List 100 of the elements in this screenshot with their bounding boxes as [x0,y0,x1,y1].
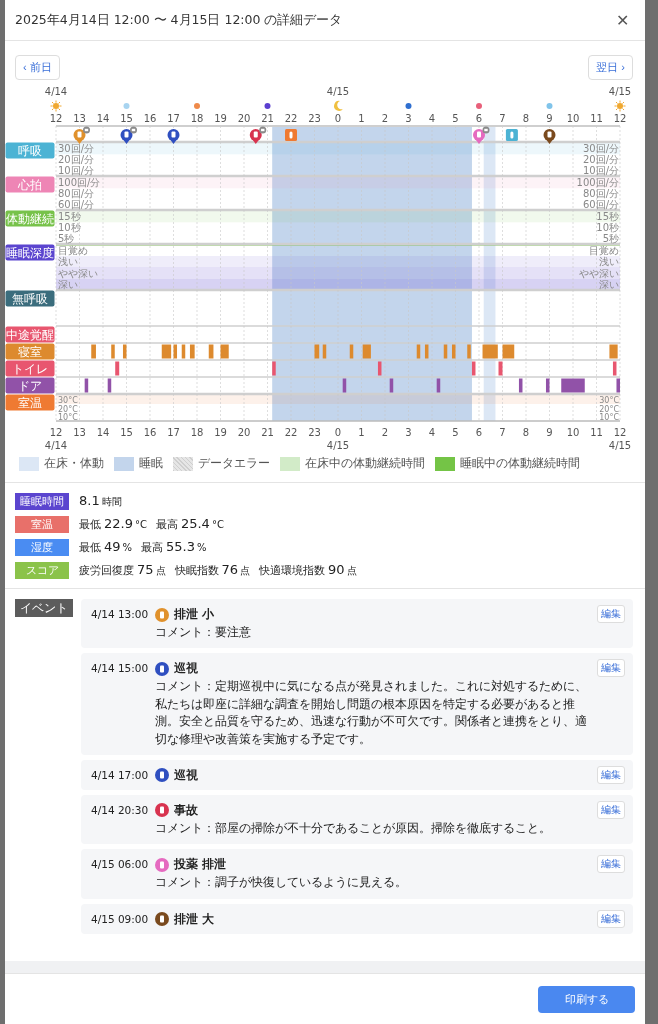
axis-label: 20 [237,427,251,438]
activity-bar [612,361,617,376]
axis-label: 16 [143,113,157,124]
map-pin-icon[interactable] [120,129,133,144]
summary-value: °C [134,519,147,530]
edit-button[interactable]: 編集 [597,765,625,784]
event-title: 巡視 [174,767,198,783]
scale-label: 20°C [599,404,619,414]
row-label: 呼吸 [5,142,55,159]
previous-day-button[interactable]: ‹ 前日 [15,55,60,80]
summary-value: 点 [155,564,166,578]
activity-bar [616,378,620,393]
axis-label: 16 [143,427,157,438]
activity-bar [115,361,120,376]
print-button[interactable]: 印刷する [538,985,635,1013]
activity-bar [342,378,347,393]
edit-button[interactable]: 編集 [597,800,625,819]
summary-value: 快眠指数 [174,563,219,578]
event-comment: コメント：要注意 [155,624,252,641]
activity-bar [424,344,429,359]
activity-bar [111,344,115,359]
map-pin-icon[interactable] [73,129,86,144]
activity-bar [362,344,371,359]
square-marker-icon[interactable] [505,129,518,141]
axis-label: 9 [546,113,553,124]
summary-value: 最低 [79,540,101,555]
axis-label: 10 [566,427,580,438]
event-time: 4/14 13:00 [91,607,150,622]
activity-bar [377,361,382,376]
scale-label: 100回/分 [576,177,619,188]
edit-button[interactable]: 編集 [597,909,625,928]
close-button[interactable]: ✕ [612,10,633,30]
summary-value: 25.4 [180,516,210,531]
row-label: 中途覚醒 [5,326,55,343]
scale-label: 20°C [58,404,78,414]
scale-label: 10回/分 [582,165,619,176]
scale-label: 30回/分 [58,143,95,154]
edit-button[interactable]: 編集 [597,659,625,678]
activity-bar [416,344,421,359]
activity-bar [389,378,394,393]
activity-bar [502,344,515,359]
next-day-button[interactable]: 翌日 › [588,55,633,80]
axis-label: 17 [167,113,180,124]
activity-bar [91,344,96,359]
axis-label: 18 [190,427,204,438]
activity-bar [498,361,503,376]
activity-bar [189,344,195,359]
map-pin-icon[interactable] [543,129,556,144]
summary-tag: スコア [15,562,69,579]
summary-value: 疲労回復度 [79,563,134,578]
legend-label: 睡眠中の体動継続時間 [460,455,580,472]
square-marker-icon[interactable] [285,129,297,141]
axis-label: 2 [381,427,389,438]
axis-label: 4 [428,427,436,438]
event-title: 投薬 排泄 [174,857,226,873]
summary-value: 8.1 [79,493,100,508]
summary-value: 22.9 [104,516,133,531]
activity-bar [322,344,327,359]
event-comment: コメント：部屋の掃除が不十分であることが原因。掃除を徹底すること。 [155,819,552,837]
event-title: 排泄 小 [174,607,214,622]
scale-label: 10回/分 [58,165,95,176]
scale-label: やや深い [579,268,619,279]
summary-value: 点 [346,564,357,578]
activity-bar [314,344,320,359]
edit-button[interactable]: 編集 [597,855,625,874]
row-label: トイレ [5,360,55,377]
axis-label: 3 [405,427,412,438]
axis-label: 0 [334,113,342,124]
axis-label: 15 [120,113,133,124]
scale-label: やや深い [58,268,98,279]
activity-bar [546,378,550,393]
axis-label: 14 [96,113,110,124]
scale-label: 100回/分 [58,177,101,188]
axis-label: 20 [237,113,251,124]
axis-label: 22 [284,427,298,438]
axis-label: 23 [308,113,321,124]
edit-button[interactable]: 編集 [597,605,625,623]
axis-label: 12 [613,427,627,438]
axis-label: 21 [261,427,274,438]
scale-label: 深い [58,279,78,290]
row-label: 心拍 [5,176,55,193]
axis-label: 12 [613,113,627,124]
legend-label: データエラー [198,455,270,472]
event-title: 事故 [174,802,198,818]
axis-label: 5 [452,427,459,438]
event-time: 4/15 06:00 [91,857,150,873]
axis-label: 12 [49,113,63,124]
activity-bar [436,378,441,393]
axis-label: 15 [120,427,133,438]
map-pin-icon[interactable] [473,129,485,144]
axis-label: 19 [214,427,227,438]
date-label: 4/14 [44,86,68,97]
map-pin-icon[interactable] [167,129,180,144]
scale-label: 5秒 [58,233,75,244]
map-pin-icon[interactable] [249,129,262,144]
activity-bar [349,344,354,359]
summary-tag: 湿度 [15,539,69,556]
activity-bar [272,361,276,376]
row-label: 体動継続 [5,210,55,227]
scale-label: 80回/分 [58,188,95,199]
